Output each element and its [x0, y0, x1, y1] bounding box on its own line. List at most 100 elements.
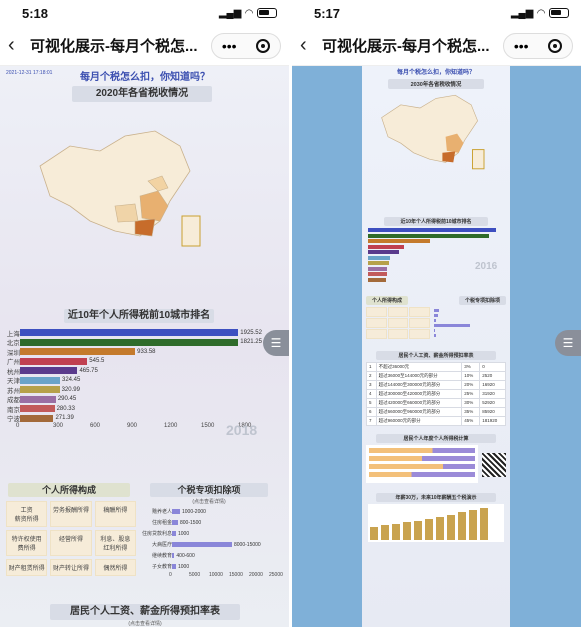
rank-bar[interactable]	[368, 233, 490, 238]
salary-bar[interactable]	[447, 514, 455, 540]
rank-bar[interactable]	[368, 239, 431, 243]
deduct-bar[interactable]	[434, 308, 439, 312]
income-type-cell[interactable]	[366, 306, 387, 317]
deduct-bar[interactable]	[172, 553, 175, 558]
deduct-bar[interactable]	[172, 520, 178, 525]
map-region-central[interactable]	[114, 203, 139, 223]
rank-bar[interactable]	[19, 338, 239, 346]
income-type-cell[interactable]	[409, 317, 430, 328]
rank-bar[interactable]	[20, 414, 54, 422]
salary-bar[interactable]	[425, 519, 433, 540]
rank-row[interactable]: 南京 280.33	[2, 404, 262, 414]
rank-row[interactable]: 天津 324.45	[2, 376, 262, 385]
rank-bar[interactable]	[20, 376, 60, 384]
rank-bar[interactable]	[368, 261, 390, 265]
deduct-row[interactable]: 继续教育 400-600	[140, 550, 280, 561]
deduct-bar[interactable]	[172, 509, 180, 514]
rank-bar[interactable]	[19, 329, 239, 337]
rank-row[interactable]: 苏州 320.99	[2, 385, 262, 395]
side-menu-icon[interactable]: ☰	[555, 330, 581, 356]
rank-row[interactable]: 杭州 465.75	[2, 366, 262, 376]
china-tax-map[interactable]	[362, 92, 510, 172]
rank-value-label: 280.33	[56, 405, 75, 412]
income-type-cell[interactable]: 利息、股息 红利所得	[94, 530, 136, 556]
close-target-icon[interactable]	[256, 38, 271, 53]
income-type-cell[interactable]	[366, 328, 387, 339]
rank-bar[interactable]	[20, 367, 78, 375]
deduct-row[interactable]: 子女教育 1000	[140, 561, 280, 572]
rank-bar[interactable]	[368, 277, 387, 282]
rank-bar[interactable]	[368, 255, 390, 260]
salary-bar[interactable]	[458, 512, 466, 540]
deduct-bar[interactable]	[172, 564, 176, 569]
salary-bar[interactable]	[469, 509, 477, 540]
salary-bar[interactable]	[403, 522, 411, 540]
income-type-cell[interactable]: 特许权使用 费所得	[6, 530, 48, 556]
rank-bar[interactable]	[20, 386, 60, 394]
deduct-chart[interactable]	[434, 307, 506, 339]
income-type-cell[interactable]: 财产转让所得	[50, 559, 92, 576]
rank-row[interactable]: 宁波 271.39	[2, 414, 262, 423]
salary-bar[interactable]	[381, 524, 389, 540]
rank-city-label: 杭州	[7, 368, 20, 376]
rank-city-label: 深圳	[7, 349, 20, 357]
salary-bar[interactable]	[370, 527, 378, 540]
income-type-cell[interactable]: 劳务报酬所得	[50, 501, 92, 527]
income-type-cell[interactable]	[366, 317, 387, 328]
income-type-cell[interactable]: 稿酬所得	[94, 501, 136, 527]
salary-bar[interactable]	[436, 517, 444, 540]
deduct-bar[interactable]	[434, 323, 470, 327]
deduct-bar[interactable]	[172, 542, 232, 547]
rank-bar[interactable]	[20, 357, 88, 365]
close-target-icon[interactable]	[548, 38, 563, 53]
capsule-menu[interactable]: •••	[211, 32, 281, 59]
rank-bar[interactable]	[368, 272, 387, 276]
rank-bar[interactable]	[368, 250, 400, 254]
deduct-bar[interactable]	[172, 531, 176, 536]
side-menu-icon[interactable]: ☰	[263, 330, 289, 356]
deduct-row[interactable]: 住房租金 800-1500	[140, 517, 280, 528]
rank-bar[interactable]	[20, 348, 136, 356]
deduct-bar[interactable]	[434, 333, 437, 337]
rank-bar[interactable]	[20, 395, 56, 403]
map-region-guangdong[interactable]	[134, 218, 156, 237]
rank-row[interactable]: 成都 290.45	[2, 395, 262, 404]
income-type-cell[interactable]	[387, 328, 409, 339]
salary-projection-chart[interactable]	[368, 503, 504, 542]
rank-bar[interactable]	[368, 228, 497, 232]
deduct-bar[interactable]	[434, 318, 437, 322]
back-arrow-icon[interactable]: ‹	[300, 34, 322, 57]
rank-bar[interactable]	[368, 244, 405, 249]
rank-row[interactable]: 北京 1821.25	[2, 338, 262, 347]
deduct-row[interactable]: 大病医疗 8000-15000	[140, 539, 280, 550]
deduct-bar[interactable]	[434, 328, 436, 332]
rank-bar[interactable]	[368, 266, 388, 271]
deduct-bar[interactable]	[434, 313, 438, 317]
income-type-cell[interactable]	[387, 306, 409, 317]
deduct-axis-tick: 5000	[189, 572, 201, 578]
income-type-cell[interactable]: 工资 薪资所得	[6, 501, 48, 527]
income-type-cell[interactable]: 经营所得	[50, 530, 92, 556]
income-type-cell[interactable]	[409, 306, 430, 317]
deduct-row[interactable]: 住房贷款利息 1000	[140, 528, 280, 539]
capsule-menu[interactable]: •••	[503, 32, 573, 59]
income-type-cell[interactable]: 财产租赁所得	[6, 559, 48, 576]
south-sea-inset	[181, 215, 201, 247]
income-type-cell[interactable]	[409, 328, 430, 339]
rank-bar[interactable]	[20, 405, 55, 413]
salary-bar[interactable]	[414, 521, 422, 540]
back-arrow-icon[interactable]: ‹	[8, 34, 30, 57]
deduct-row[interactable]: 赡养老人 1000-2000	[140, 506, 280, 517]
rank-row[interactable]: 广州 545.5	[2, 357, 262, 366]
salary-bar[interactable]	[480, 507, 488, 540]
deduct-chart[interactable]: 赡养老人 1000-2000 住房租金 800-1500 住房贷款利息 1000 大病医疗 8…	[140, 506, 283, 580]
rank-row[interactable]: 上海 1925.52	[2, 328, 262, 338]
income-type-cell[interactable]	[387, 317, 409, 328]
china-tax-map[interactable]	[30, 126, 220, 251]
salary-bar[interactable]	[392, 523, 400, 540]
more-icon[interactable]: •••	[514, 38, 529, 54]
rank-row[interactable]: 深圳 933.58	[2, 347, 262, 357]
qr-code-icon[interactable]	[482, 452, 506, 477]
income-type-cell[interactable]: 偶然所得	[94, 559, 136, 576]
more-icon[interactable]: •••	[222, 38, 237, 54]
